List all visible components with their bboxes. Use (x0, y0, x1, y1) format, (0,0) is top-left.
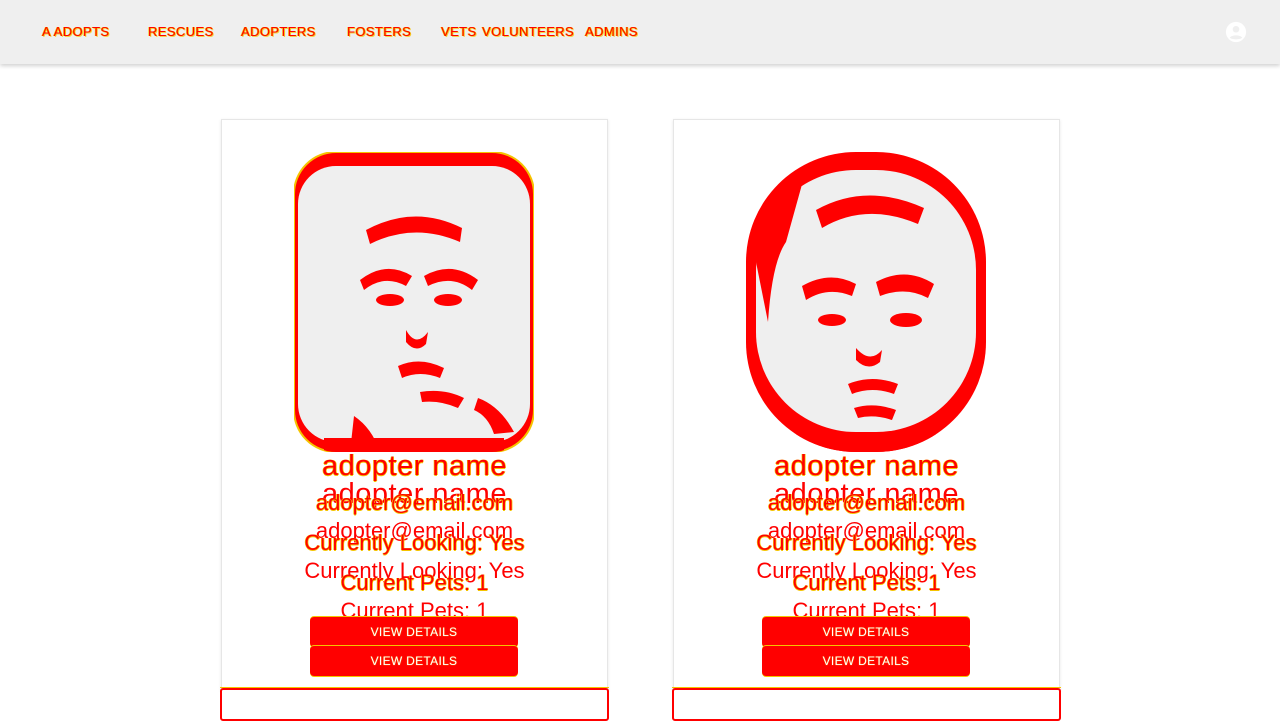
view-details-button[interactable]: VIEW DETAILS (762, 617, 970, 647)
nav-link-rescues[interactable]: RESCUES (148, 24, 214, 39)
adopter-card: adopter name adopter name adopter@email.… (673, 119, 1060, 691)
top-navbar: A ADOPTS RESCUES ADOPTERS FOSTERS VETS V… (0, 0, 1280, 64)
view-details-button[interactable]: VIEW DETAILS (762, 646, 970, 676)
current-pets-count: Current Pets: 1 (792, 570, 941, 595)
nav-link-admins[interactable]: ADMINS (585, 24, 638, 39)
adopter-card: adopter name adopter name adopter@email.… (221, 119, 608, 691)
adopter-photo (294, 152, 534, 452)
account-circle-icon[interactable] (1225, 21, 1247, 43)
nav-link-fosters[interactable]: FOSTERS (347, 24, 411, 39)
brand-logo[interactable]: A ADOPTS (42, 24, 110, 39)
nav-link-volunteers[interactable]: VOLUNTEERS (482, 24, 574, 39)
adopter-card (672, 687, 1061, 721)
currently-looking-status: Currently Looking: Yes (756, 530, 977, 555)
view-details-button[interactable]: VIEW DETAILS (310, 646, 518, 676)
view-details-button[interactable]: VIEW DETAILS (310, 617, 518, 647)
nav-link-adopters[interactable]: ADOPTERS (241, 24, 316, 39)
adopter-email: adopter@email.com (767, 490, 966, 515)
current-pets-count: Current Pets: 1 (340, 570, 489, 595)
adopter-email: adopter@email.com (315, 490, 514, 515)
nav-link-vets[interactable]: VETS (441, 24, 477, 39)
currently-looking-status: Currently Looking: Yes (304, 530, 525, 555)
adopter-card (220, 687, 609, 721)
adopter-photo (746, 152, 986, 452)
